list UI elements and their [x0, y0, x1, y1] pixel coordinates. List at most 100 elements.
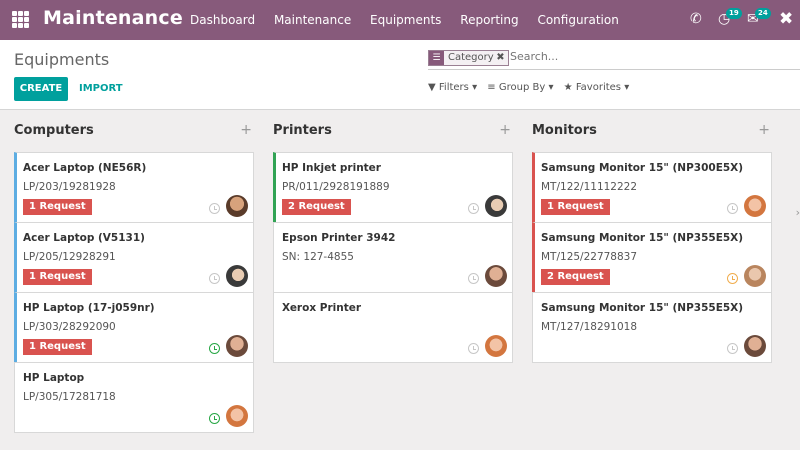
request-count-tag[interactable]: 1 Request	[23, 339, 92, 355]
add-card-icon[interactable]: +	[758, 122, 770, 138]
create-button[interactable]: CREATE	[14, 77, 68, 101]
equipment-name: HP Inkjet printer	[282, 162, 381, 174]
technician-avatar	[226, 335, 248, 357]
close-icon[interactable]: ✖	[779, 9, 793, 29]
menu-maintenance[interactable]: Maintenance	[274, 13, 351, 27]
activity-clock-icon[interactable]	[209, 203, 220, 214]
group-list-icon: ☰	[429, 51, 444, 65]
technician-avatar	[485, 195, 507, 217]
facet-label: Category	[448, 52, 494, 63]
request-count-tag[interactable]: 1 Request	[23, 199, 92, 215]
activity-clock-icon[interactable]	[468, 273, 479, 284]
column-title[interactable]: Printers	[273, 123, 332, 138]
serial-number: SN: 127-4855	[282, 251, 354, 263]
column-title[interactable]: Monitors	[532, 123, 597, 138]
groupby-label: Group By	[498, 82, 546, 93]
systray: ✆ ◷ 19 ✉ 24 ✖	[660, 0, 800, 40]
groupby-dropdown[interactable]: ≡ Group By ▾	[487, 82, 553, 93]
activity-clock-icon[interactable]	[209, 413, 220, 424]
phone-icon[interactable]: ✆	[690, 11, 702, 27]
kanban-card[interactable]: HP Inkjet printer PR/011/2928191889 2 Requ…	[273, 152, 513, 223]
caret-down-icon: ▾	[472, 82, 478, 93]
filters-dropdown[interactable]: ▼ Filters ▾	[428, 82, 477, 93]
facet-remove-icon[interactable]: ✖	[496, 51, 504, 65]
equipment-name: Samsung Monitor 15" (NP300E5X)	[541, 162, 744, 174]
column-header: Monitors +	[532, 122, 772, 141]
equipment-name: Samsung Monitor 15" (NP355E5X)	[541, 302, 744, 314]
kanban-card[interactable]: Samsung Monitor 15" (NP355E5X) MT/125/227…	[532, 222, 772, 293]
technician-avatar	[226, 195, 248, 217]
serial-number: LP/205/12928291	[23, 251, 116, 263]
filters-label: Filters	[438, 82, 469, 93]
filter-icon: ▼	[428, 82, 436, 93]
serial-number: MT/125/22778837	[541, 251, 638, 263]
caret-down-icon: ▾	[548, 82, 554, 93]
request-count-tag[interactable]: 1 Request	[541, 199, 610, 215]
equipment-name: HP Laptop	[23, 372, 85, 384]
column-title[interactable]: Computers	[14, 123, 94, 138]
kanban-card[interactable]: HP Laptop (17-j059nr) LP/303/28292090 1 Re…	[14, 292, 254, 363]
search-bar: ☰ Category ✖	[428, 48, 800, 70]
serial-number: LP/203/19281928	[23, 181, 116, 193]
caret-down-icon: ▾	[624, 82, 630, 93]
kanban-card[interactable]: Acer Laptop (NE56R) LP/203/19281928 1 Requ…	[14, 152, 254, 223]
menu-dashboard[interactable]: Dashboard	[190, 13, 255, 27]
equipment-name: Xerox Printer	[282, 302, 362, 314]
technician-avatar	[744, 265, 766, 287]
control-panel: Equipments CREATE IMPORT ☰ Category ✖ ▼ …	[0, 40, 800, 110]
request-count-tag[interactable]: 1 Request	[23, 269, 92, 285]
equipment-name: HP Laptop (17-j059nr)	[23, 302, 155, 314]
activity-clock-icon[interactable]	[468, 203, 479, 214]
favorites-label: Favorites	[575, 82, 621, 93]
activity-clock-icon[interactable]	[727, 203, 738, 214]
request-count-tag[interactable]: 2 Request	[282, 199, 351, 215]
equipment-name: Acer Laptop (NE56R)	[23, 162, 147, 174]
kanban-card[interactable]: Xerox Printer	[273, 292, 513, 363]
star-icon: ★	[563, 82, 573, 93]
technician-avatar	[744, 195, 766, 217]
activity-clock-icon[interactable]	[727, 343, 738, 354]
activity-clock-icon[interactable]	[209, 343, 220, 354]
app-title[interactable]: Maintenance	[43, 7, 183, 29]
apps-grid-icon[interactable]	[12, 11, 29, 28]
discuss-count-badge: 24	[755, 8, 771, 19]
menu-configuration[interactable]: Configuration	[537, 13, 618, 27]
kanban-card[interactable]: Samsung Monitor 15" (NP355E5X) MT/127/182…	[532, 292, 772, 363]
add-card-icon[interactable]: +	[240, 122, 252, 138]
technician-avatar	[226, 405, 248, 427]
search-facet-category: ☰ Category ✖	[428, 50, 509, 66]
favorites-dropdown[interactable]: ★ Favorites ▾	[564, 82, 630, 93]
list-icon: ≡	[487, 82, 496, 93]
search-input[interactable]	[510, 50, 790, 63]
activity-clock-icon[interactable]	[468, 343, 479, 354]
add-card-icon[interactable]: +	[499, 122, 511, 138]
kanban-board: Computers + Acer Laptop (NE56R) LP/203/1928…	[0, 111, 800, 450]
search-options: ▼ Filters ▾ ≡ Group By ▾ ★ Favorites ▾	[428, 82, 636, 93]
chevron-right-icon[interactable]: ›	[796, 206, 800, 219]
serial-number: LP/303/28292090	[23, 321, 116, 333]
serial-number: LP/305/17281718	[23, 391, 116, 403]
kanban-card[interactable]: Epson Printer 3942 SN: 127-4855	[273, 222, 513, 293]
serial-number: MT/122/11112222	[541, 181, 638, 193]
kanban-card[interactable]: Samsung Monitor 15" (NP300E5X) MT/122/111…	[532, 152, 772, 223]
serial-number: PR/011/2928191889	[282, 181, 390, 193]
equipment-name: Epson Printer 3942	[282, 232, 396, 244]
top-navbar: Maintenance Dashboard Maintenance Equipm…	[0, 0, 800, 40]
breadcrumb: Equipments	[14, 50, 110, 69]
column-header: Printers +	[273, 122, 513, 141]
activity-clock-icon[interactable]	[727, 273, 738, 284]
equipment-name: Acer Laptop (V5131)	[23, 232, 145, 244]
technician-avatar	[744, 335, 766, 357]
column-header: Computers +	[14, 122, 254, 141]
kanban-card[interactable]: Acer Laptop (V5131) LP/205/12928291 1 Requ…	[14, 222, 254, 293]
kanban-card[interactable]: HP Laptop LP/305/17281718	[14, 362, 254, 433]
technician-avatar	[485, 335, 507, 357]
menu-reporting[interactable]: Reporting	[460, 13, 518, 27]
menu-equipments[interactable]: Equipments	[370, 13, 441, 27]
request-count-tag[interactable]: 2 Request	[541, 269, 610, 285]
import-button[interactable]: IMPORT	[79, 83, 123, 94]
technician-avatar	[485, 265, 507, 287]
activity-count-badge: 19	[726, 8, 742, 19]
main-menu: Dashboard Maintenance Equipments Reporti…	[190, 13, 634, 27]
activity-clock-icon[interactable]	[209, 273, 220, 284]
